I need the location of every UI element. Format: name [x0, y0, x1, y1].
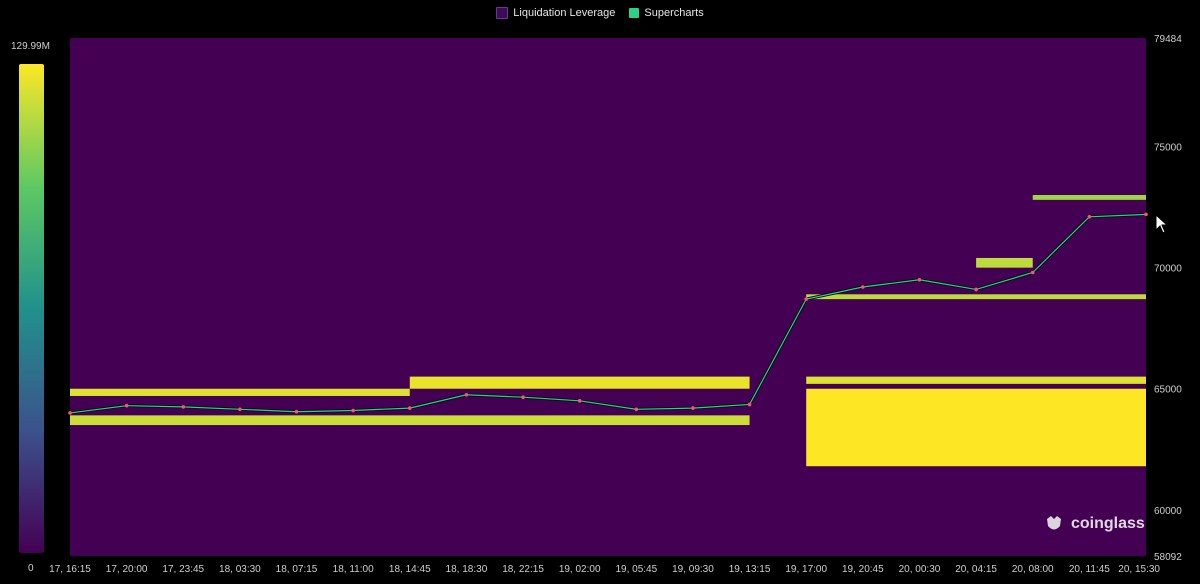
price-point-13	[804, 297, 809, 301]
x-tick-label-17: 20, 08:00	[1012, 564, 1054, 575]
x-tick-label-11: 19, 09:30	[672, 564, 714, 575]
liquidation-band-4	[806, 376, 1146, 384]
price-point-19	[1144, 212, 1148, 217]
y-axis: 79484 75000 70000 65000 60000 58092	[1154, 34, 1182, 563]
coinglass-watermark: coinglass	[1043, 513, 1145, 535]
liquidation-heatmap-chart[interactable]: 79484 75000 70000 65000 60000 58092 17, 16:15…	[0, 0, 1200, 584]
liquidation-band-0	[70, 388, 410, 396]
price-point-5	[351, 408, 355, 413]
price-point-8	[521, 395, 525, 400]
price-point-7	[464, 392, 469, 397]
price-point-6	[407, 406, 412, 410]
x-tick-label-5: 18, 11:00	[333, 564, 374, 575]
price-point-1	[124, 403, 129, 408]
x-tick-label-12: 19, 13:15	[729, 564, 771, 575]
liquidation-band-2	[409, 376, 750, 389]
x-tick-label-19: 20, 15:30	[1118, 564, 1160, 575]
liquidation-band-7	[1032, 195, 1146, 200]
price-point-0	[68, 411, 72, 415]
liquidation-band-1	[70, 415, 750, 426]
x-tick-label-4: 18, 07:15	[276, 564, 318, 575]
y-tick-label-3: 65000	[1154, 385, 1182, 396]
price-point-15	[917, 277, 922, 282]
watermark-text: coinglass	[1071, 515, 1145, 532]
y-tick-label-5: 58092	[1154, 552, 1182, 563]
price-point-9	[577, 399, 582, 403]
price-point-10	[634, 407, 639, 412]
x-tick-label-6: 18, 14:45	[389, 564, 431, 575]
x-tick-label-18: 20, 11:45	[1069, 564, 1110, 575]
coinglass-logo-icon	[1047, 516, 1061, 530]
liquidation-band-6	[976, 257, 1033, 268]
price-point-2	[181, 405, 186, 409]
price-point-16	[974, 287, 978, 292]
y-tick-label-0: 79484	[1154, 34, 1182, 45]
price-point-17	[1030, 270, 1035, 275]
price-point-14	[861, 285, 865, 289]
x-tick-label-7: 18, 18:30	[446, 564, 488, 575]
price-point-3	[238, 407, 242, 412]
x-axis: 17, 16:15 17, 20:00 17, 23:45 18, 03:30 18, …	[49, 564, 1160, 575]
y-tick-label-1: 75000	[1154, 143, 1182, 154]
x-tick-label-9: 19, 02:00	[559, 564, 601, 575]
liquidation-band-5	[806, 294, 1146, 300]
x-tick-label-1: 17, 20:00	[106, 564, 148, 575]
x-tick-label-8: 18, 22:15	[502, 564, 544, 575]
price-point-11	[691, 406, 695, 410]
x-tick-label-15: 20, 00:30	[899, 564, 941, 575]
x-tick-label-10: 19, 05:45	[615, 564, 657, 575]
x-tick-label-14: 19, 20:45	[842, 564, 884, 575]
x-tick-label-2: 17, 23:45	[162, 564, 204, 575]
price-point-4	[294, 409, 299, 414]
price-point-18	[1087, 215, 1092, 219]
x-tick-label-16: 20, 04:15	[955, 564, 997, 575]
x-tick-label-3: 18, 03:30	[219, 564, 261, 575]
price-point-12	[747, 402, 752, 407]
mouse-cursor-icon	[1155, 214, 1169, 234]
liquidation-band-3	[806, 388, 1146, 467]
x-tick-label-13: 19, 17:00	[785, 564, 827, 575]
y-tick-label-2: 70000	[1154, 264, 1182, 275]
x-tick-label-0: 17, 16:15	[49, 564, 91, 575]
y-tick-label-4: 60000	[1154, 506, 1182, 517]
